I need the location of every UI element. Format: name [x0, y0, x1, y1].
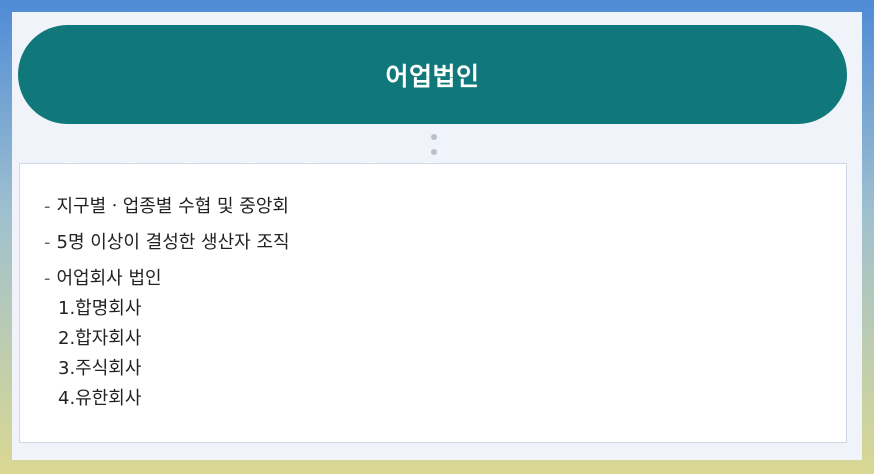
- list-item: -5명 이상이 결성한 생산자 조직: [44, 228, 290, 254]
- bullet-dash: -: [44, 232, 51, 253]
- sub-list-item: 1.합명회사: [58, 298, 142, 319]
- bullet-dash: -: [44, 268, 51, 289]
- sub-list-item: 2.합자회사: [58, 328, 142, 349]
- page-title: 어업법인: [385, 61, 480, 91]
- title-banner: 어업법인: [18, 25, 847, 124]
- list-item-text: 어업회사 법인: [56, 268, 162, 289]
- list-item-text: 지구별ㆍ업종별 수협 및 중앙회: [56, 196, 289, 217]
- list-item-text: 5명 이상이 결성한 생산자 조직: [56, 232, 290, 253]
- bullet-dash: -: [44, 196, 51, 217]
- sub-list-item: 3.주식회사: [58, 358, 142, 379]
- list-item: - 어업회사 법인: [44, 264, 162, 290]
- connector-dots-icon: [430, 134, 438, 160]
- list-item: - 지구별ㆍ업종별 수협 및 중앙회: [44, 192, 289, 218]
- content-box: - 지구별ㆍ업종별 수협 및 중앙회 -5명 이상이 결성한 생산자 조직 - 어업…: [19, 163, 847, 443]
- main-panel: 어업법인 - 지구별ㆍ업종별 수협 및 중앙회 -5명 이상이 결성한 생산자 조…: [12, 12, 862, 460]
- sub-list-item: 4.유한회사: [58, 388, 142, 409]
